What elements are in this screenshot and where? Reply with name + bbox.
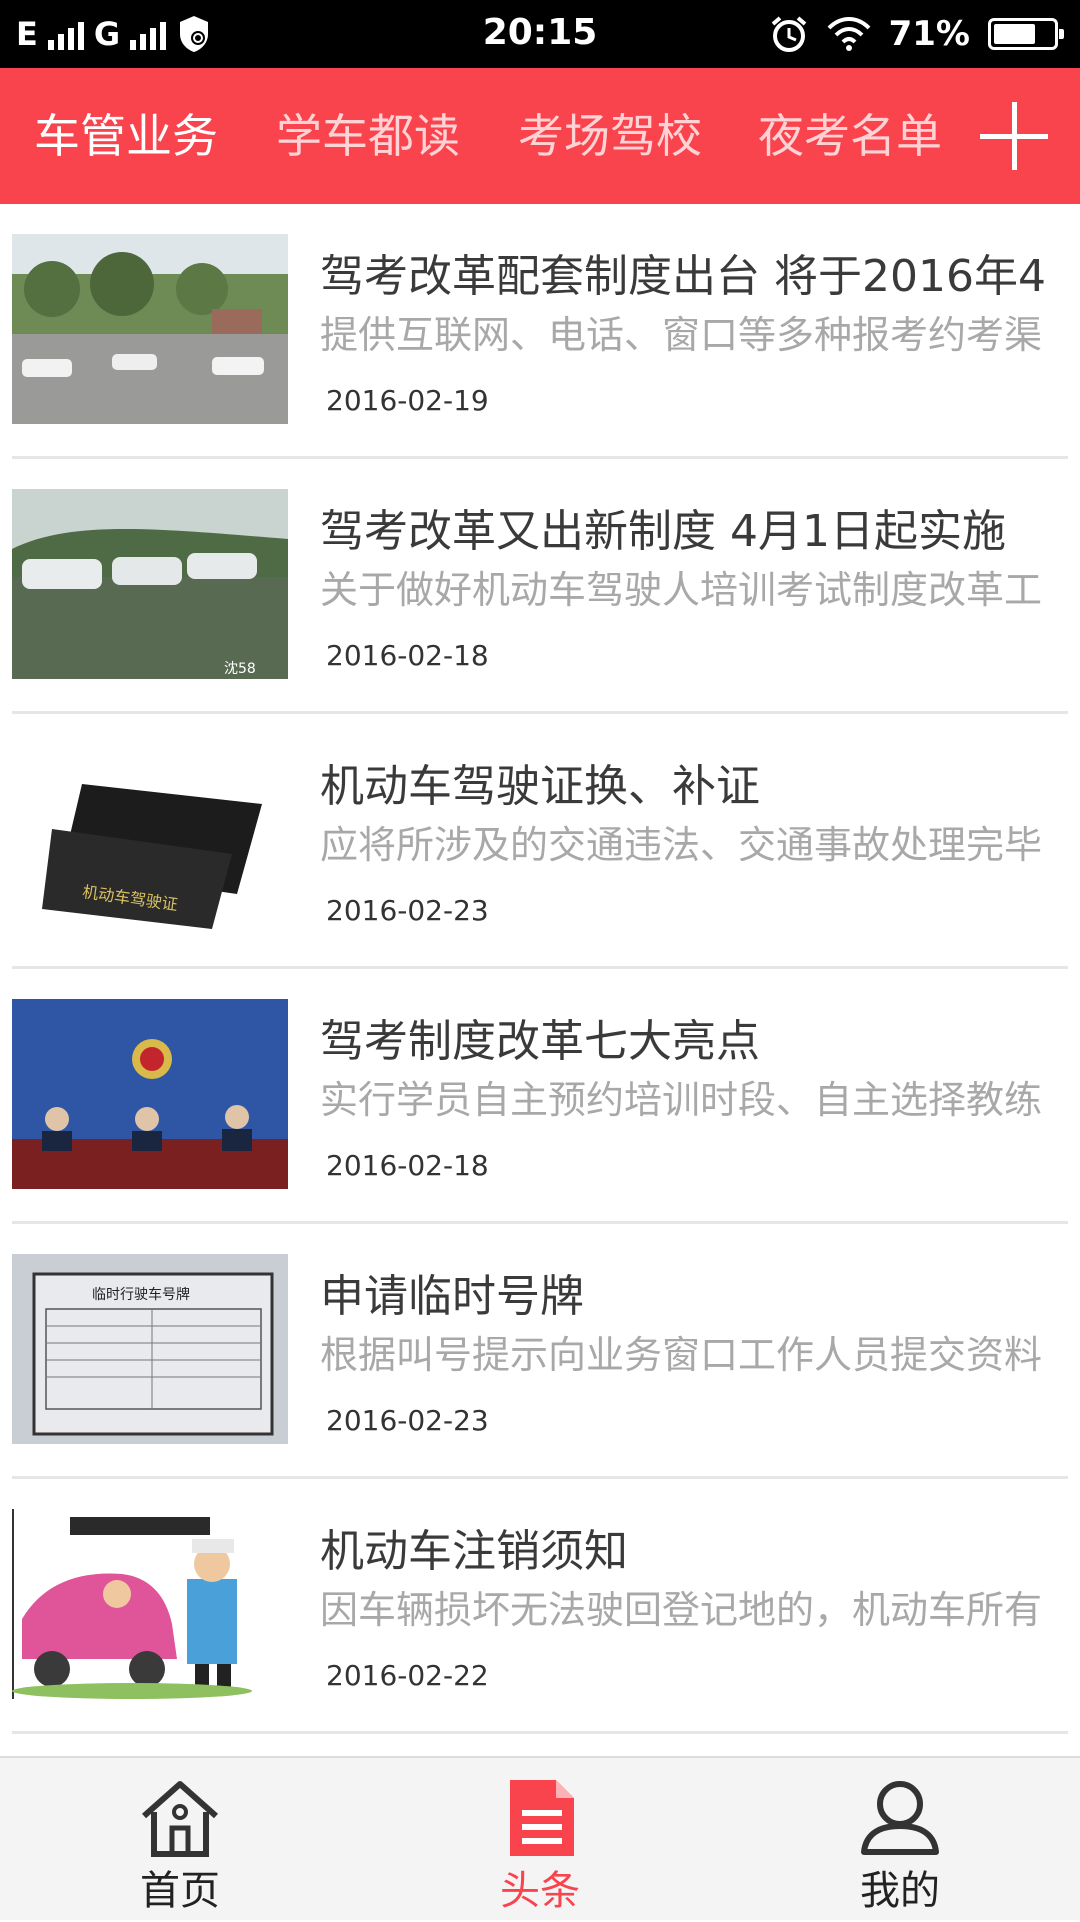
news-item[interactable]: 沈58 驾考改革又出新制度 4月1日起实施 关于做好机动车驾驶人培训考试制度改革… [0,459,1080,714]
news-list: 驾考改革配套制度出台 将于2016年4 提供互联网、电话、窗口等多种报考约考渠 … [0,204,1080,1756]
battery-percent: 71% [888,14,970,54]
news-date: 2016-02-18 [326,1149,489,1182]
plus-icon[interactable] [980,102,1048,170]
user-icon [861,1781,939,1855]
news-title: 驾考改革配套制度出台 将于2016年4 [320,251,1046,302]
news-thumbnail: 机动车驾驶证 [12,744,288,934]
news-summary: 关于做好机动车驾驶人培训考试制度改革工 [320,568,1043,612]
category-tabbar: 车管业务 学车都读 考场驾校 夜考名单 [0,68,1080,204]
news-item[interactable]: 机动车注销须知 因车辆损坏无法驶回登记地的，机动车所有 2016-02-22 [0,1479,1080,1734]
home-icon [142,1781,218,1857]
news-thumbnail [12,1509,288,1699]
news-item[interactable]: 驾考制度改革七大亮点 实行学员自主预约培训时段、自主选择教练 2016-02-1… [0,969,1080,1224]
nav-home[interactable]: 首页 [0,1758,360,1922]
news-date: 2016-02-23 [326,894,489,927]
tab-night-exam-list[interactable]: 夜考名单 [758,68,942,204]
nav-headlines-label: 头条 [500,1868,580,1914]
news-date: 2016-02-23 [326,1404,489,1437]
status-bar: E G 20:15 71% [0,0,1080,68]
nav-home-label: 首页 [140,1868,220,1914]
news-thumbnail: 沈58 [12,489,288,679]
news-item[interactable]: 驾考改革配套制度出台 将于2016年4 提供互联网、电话、窗口等多种报考约考渠 … [0,204,1080,459]
thumbnail-watermark: 沈58 [224,661,256,677]
news-date: 2016-02-19 [326,384,489,417]
nav-profile-label: 我的 [860,1868,940,1914]
news-item[interactable]: 临时行驶车号牌 申请临时号牌 根据叫号提示向业务窗口工作人员提交资料 2016-… [0,1224,1080,1479]
news-title: 驾考制度改革七大亮点 [320,1016,760,1067]
bottom-navigation: 首页 头条 我的 [0,1756,1080,1920]
nav-profile[interactable]: 我的 [720,1758,1080,1922]
battery-icon [988,18,1064,50]
news-title: 驾考改革又出新制度 4月1日起实施 [320,506,1006,557]
news-summary: 提供互联网、电话、窗口等多种报考约考渠 [320,313,1043,357]
news-summary: 根据叫号提示向业务窗口工作人员提交资料 [320,1333,1043,1377]
wifi-icon [827,17,871,51]
news-title: 机动车注销须知 [320,1526,628,1577]
news-thumbnail [12,999,288,1189]
document-icon [510,1780,574,1856]
form-title-text: 临时行驶车号牌 [92,1286,190,1303]
alarm-icon [771,16,806,52]
status-icons: 71% [769,12,1064,56]
news-summary: 应将所涉及的交通违法、交通事故处理完毕 [320,823,1043,867]
news-title: 申请临时号牌 [320,1271,584,1322]
nav-headlines[interactable]: 头条 [360,1758,720,1922]
tab-learn-driving[interactable]: 学车都读 [276,68,460,204]
tab-test-sites[interactable]: 考场驾校 [518,68,702,204]
divider [12,1731,1068,1734]
news-item[interactable]: 机动车驾驶证 机动车驾驶证换、补证 应将所涉及的交通违法、交通事故处理完毕 20… [0,714,1080,969]
news-summary: 因车辆损坏无法驶回登记地的，机动车所有 [320,1588,1043,1632]
news-summary: 实行学员自主预约培训时段、自主选择教练 [320,1078,1043,1122]
news-thumbnail: 临时行驶车号牌 [12,1254,288,1444]
tab-vehicle-management[interactable]: 车管业务 [34,68,218,204]
news-date: 2016-02-18 [326,639,489,672]
news-title: 机动车驾驶证换、补证 [320,761,760,812]
news-thumbnail [12,234,288,424]
news-date: 2016-02-22 [326,1659,489,1692]
